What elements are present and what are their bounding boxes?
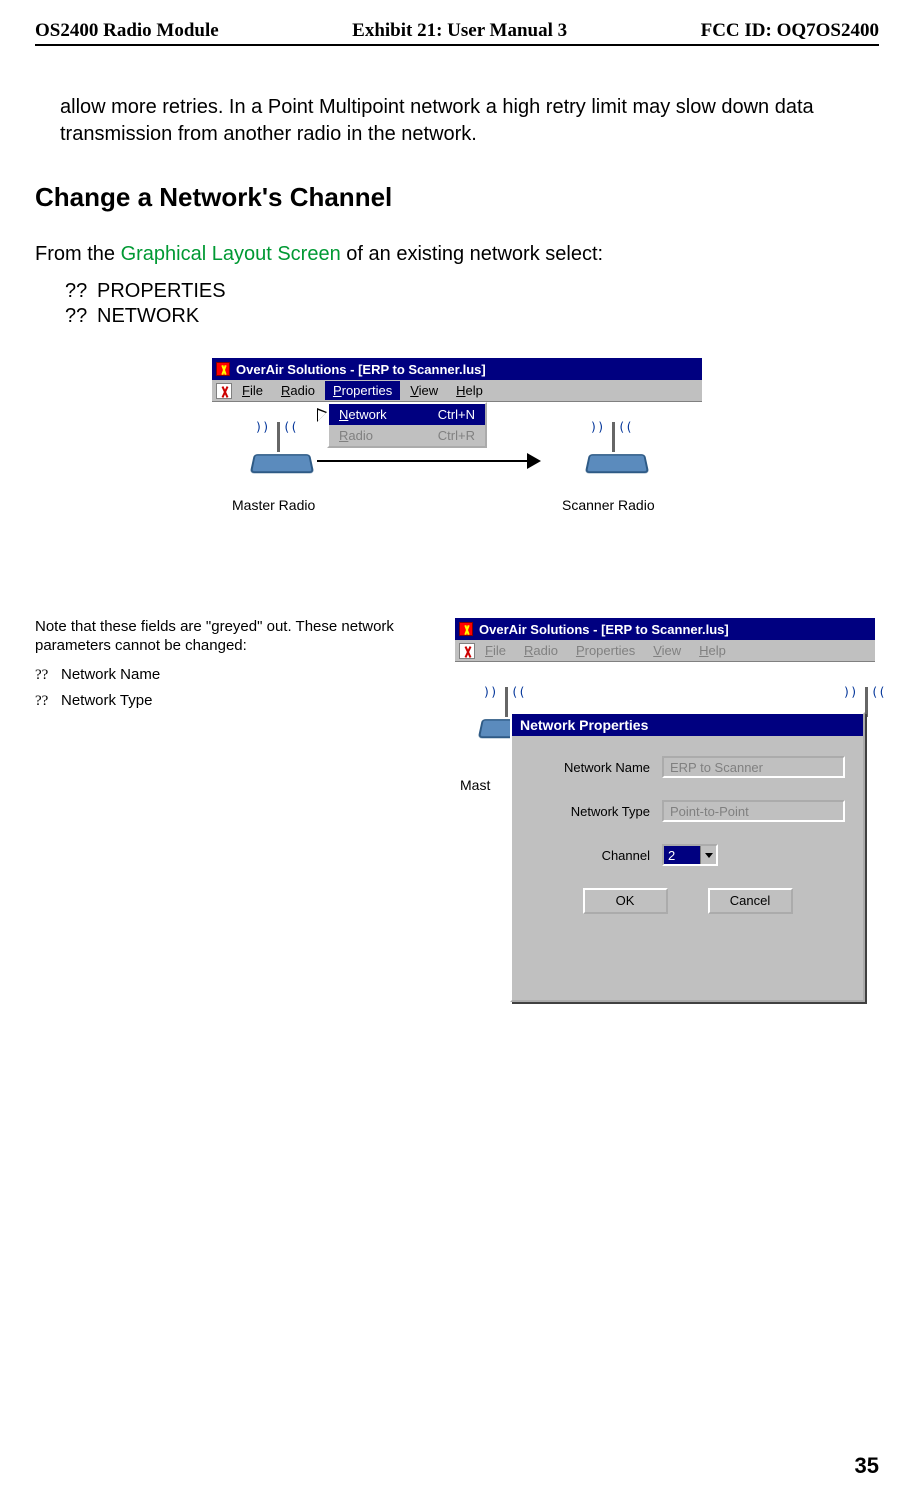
dropdown-item-label: Network	[339, 407, 387, 422]
header-right: FCC ID: OQ7OS2400	[701, 20, 879, 42]
graphical-layout-link[interactable]: Graphical Layout Screen	[121, 243, 341, 265]
menu-view: View	[645, 641, 689, 660]
dropdown-item-radio: Radio Ctrl+R	[329, 425, 485, 446]
master-radio-label: Master Radio	[232, 497, 315, 513]
bullet-marker: ??	[65, 305, 97, 328]
network-type-label: Network Type	[530, 804, 650, 819]
menu-help[interactable]: Help	[448, 381, 491, 400]
intro-paragraph: allow more retries. In a Point Multipoin…	[60, 94, 879, 148]
network-type-field: Point-to-Point	[662, 800, 845, 822]
chevron-down-icon	[705, 853, 713, 858]
network-properties-dialog: Network Properties Network Name ERP to S…	[510, 712, 865, 1002]
antenna-icon	[865, 687, 868, 717]
dropdown-button[interactable]	[700, 846, 716, 864]
instruction-post: of an existing network select:	[341, 243, 603, 265]
connection-line	[317, 460, 527, 462]
window-titlebar: OverAir Solutions - [ERP to Scanner.lus]	[455, 618, 875, 640]
dialog-title: Network Properties	[512, 714, 863, 736]
bullet-marker: ??	[65, 280, 97, 303]
radio-base-icon	[585, 454, 649, 473]
list-item-label: PROPERTIES	[97, 280, 226, 302]
dropdown-shortcut: Ctrl+R	[438, 428, 475, 443]
radio-waves-icon: ((	[618, 420, 632, 434]
radio-waves-icon: ))	[843, 685, 857, 699]
menu-radio: Radio	[516, 641, 566, 660]
list-item: ??Network Name	[35, 666, 435, 684]
dialog-button-row: OK Cancel	[530, 888, 845, 914]
antenna-icon	[612, 422, 615, 452]
note-column: Note that these fields are "greyed" out.…	[35, 618, 435, 718]
list-item-label: Network Type	[61, 692, 152, 709]
list-item: ??NETWORK	[65, 305, 879, 328]
menu-help: Help	[691, 641, 734, 660]
field-row-type: Network Type Point-to-Point	[530, 800, 845, 822]
radio-waves-icon: ))	[483, 685, 497, 699]
radio-waves-icon: ((	[283, 420, 297, 434]
dropdown-item-network[interactable]: Network Ctrl+N	[329, 404, 485, 425]
dropdown-item-label: Radio	[339, 428, 373, 443]
network-name-field: ERP to Scanner	[662, 756, 845, 778]
menu-bar-disabled: File Radio Properties View Help	[455, 640, 875, 662]
antenna-icon	[505, 687, 508, 717]
page-header: OS2400 Radio Module Exhibit 21: User Man…	[35, 20, 879, 46]
cancel-button[interactable]: Cancel	[708, 888, 793, 914]
mast-label: Mast	[460, 777, 490, 793]
screenshot-1: OverAir Solutions - [ERP to Scanner.lus]…	[35, 358, 879, 558]
ok-button[interactable]: OK	[583, 888, 668, 914]
bullet-marker: ??	[35, 693, 61, 710]
steps-list: ??PROPERTIES ??NETWORK	[65, 280, 879, 328]
radio-waves-icon: ))	[255, 420, 269, 434]
bullet-marker: ??	[35, 667, 61, 684]
window-title: OverAir Solutions - [ERP to Scanner.lus]	[479, 622, 729, 637]
arrow-right-icon	[527, 453, 541, 469]
network-name-label: Network Name	[530, 760, 650, 775]
app-icon	[459, 622, 473, 636]
app-icon	[216, 362, 230, 376]
window-title: OverAir Solutions - [ERP to Scanner.lus]	[236, 362, 486, 377]
app-menu-icon[interactable]	[216, 383, 232, 399]
list-item-label: Network Name	[61, 666, 160, 683]
header-center: Exhibit 21: User Manual 3	[352, 20, 567, 42]
master-radio-icon[interactable]: )) ((	[247, 422, 317, 482]
radio-base-icon	[250, 454, 314, 473]
instruction-line: From the Graphical Layout Screen of an e…	[35, 243, 879, 266]
antenna-icon	[277, 422, 280, 452]
dropdown-shortcut: Ctrl+N	[438, 407, 475, 422]
menu-radio[interactable]: Radio	[273, 381, 323, 400]
field-row-name: Network Name ERP to Scanner	[530, 756, 845, 778]
channel-combobox[interactable]: 2	[662, 844, 718, 866]
screenshot-2: OverAir Solutions - [ERP to Scanner.lus]…	[455, 618, 875, 1018]
note-and-screenshot: Note that these fields are "greyed" out.…	[35, 618, 879, 1018]
menu-file: File	[477, 641, 514, 660]
page-number: 35	[855, 1453, 879, 1479]
header-left: OS2400 Radio Module	[35, 20, 219, 42]
field-row-channel: Channel 2	[530, 844, 845, 866]
list-item: ??PROPERTIES	[65, 280, 879, 303]
channel-selected-value: 2	[664, 846, 700, 864]
list-item-label: NETWORK	[97, 305, 199, 327]
app-canvas: )) (( )) (( Mast Network Properties Netw…	[455, 662, 875, 1018]
list-item: ??Network Type	[35, 692, 435, 710]
menu-bar[interactable]: File Radio Properties View Help	[212, 380, 702, 402]
app-menu-icon	[459, 643, 475, 659]
cursor-icon	[317, 408, 327, 422]
menu-view[interactable]: View	[402, 381, 446, 400]
menu-properties: Properties	[568, 641, 643, 660]
radio-waves-icon: ((	[511, 685, 525, 699]
scanner-radio-icon[interactable]: )) ((	[582, 422, 652, 482]
window-titlebar: OverAir Solutions - [ERP to Scanner.lus]	[212, 358, 702, 380]
menu-file[interactable]: File	[234, 381, 271, 400]
dialog-body: Network Name ERP to Scanner Network Type…	[512, 736, 863, 924]
note-list: ??Network Name ??Network Type	[35, 666, 435, 710]
instruction-pre: From the	[35, 243, 121, 265]
channel-label: Channel	[530, 848, 650, 863]
radio-waves-icon: ))	[590, 420, 604, 434]
menu-properties[interactable]: Properties	[325, 381, 400, 400]
properties-dropdown: Network Ctrl+N Radio Ctrl+R	[327, 402, 487, 448]
note-text: Note that these fields are "greyed" out.…	[35, 618, 435, 656]
section-heading: Change a Network's Channel	[35, 182, 879, 213]
radio-waves-icon: ((	[871, 685, 885, 699]
scanner-radio-label: Scanner Radio	[562, 497, 655, 513]
